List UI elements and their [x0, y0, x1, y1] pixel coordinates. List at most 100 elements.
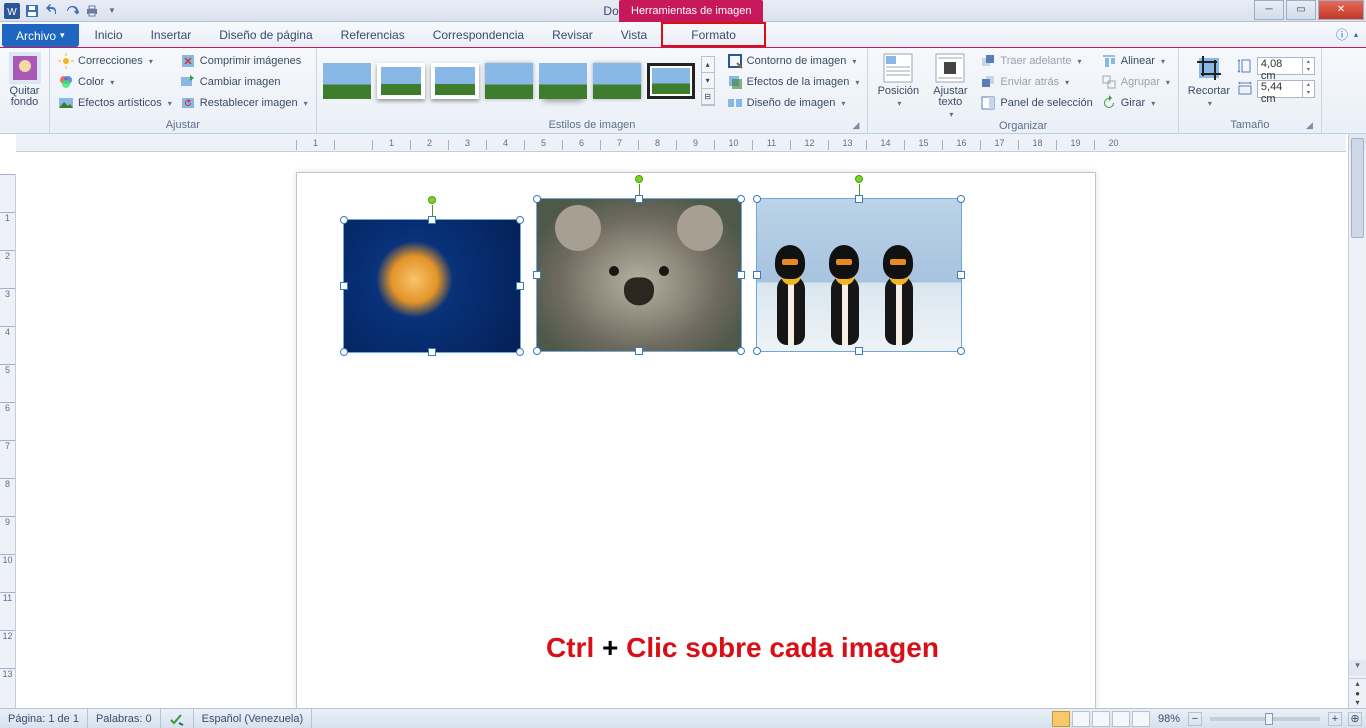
save-icon[interactable]	[24, 3, 40, 19]
resize-handle[interactable]	[635, 347, 643, 355]
print-layout-view-icon[interactable]	[1052, 711, 1070, 727]
undo-icon[interactable]	[44, 3, 60, 19]
vertical-ruler[interactable]: 12345678910111213	[0, 174, 16, 708]
draft-view-icon[interactable]	[1132, 711, 1150, 727]
rotate-handle[interactable]	[855, 175, 863, 183]
style-thumb[interactable]	[485, 63, 533, 99]
resize-handle[interactable]	[753, 347, 761, 355]
picture-border-button[interactable]: Contorno de imagen▾	[725, 52, 862, 70]
prev-page-icon[interactable]: ▴	[1349, 679, 1366, 689]
selected-image-jellyfish[interactable]	[343, 219, 521, 353]
resize-handle[interactable]	[516, 348, 524, 356]
help-icon[interactable]: ⓘ▴	[1328, 22, 1366, 47]
zoom-slider[interactable]	[1210, 717, 1320, 721]
corrections-button[interactable]: Correcciones▾	[56, 52, 174, 70]
scroll-down-icon[interactable]: ▾	[1349, 660, 1366, 676]
maximize-button[interactable]: ▭	[1286, 0, 1316, 20]
spell-check-icon[interactable]	[161, 709, 194, 728]
print-icon[interactable]	[84, 3, 100, 19]
scroll-thumb[interactable]	[1351, 138, 1364, 238]
zoom-level[interactable]: 98%	[1158, 713, 1180, 725]
tab-mailings[interactable]: Correspondencia	[419, 22, 538, 47]
height-field[interactable]: 4,08 cm▴▾	[1237, 56, 1315, 76]
style-thumb[interactable]	[377, 63, 425, 99]
language-indicator[interactable]: Español (Venezuela)	[194, 709, 313, 728]
resize-handle[interactable]	[957, 347, 965, 355]
tab-file[interactable]: Archivo▾	[2, 24, 79, 47]
full-screen-view-icon[interactable]	[1072, 711, 1090, 727]
style-thumb[interactable]	[431, 63, 479, 99]
resize-handle[interactable]	[855, 195, 863, 203]
outline-view-icon[interactable]	[1112, 711, 1130, 727]
remove-background-button[interactable]: Quitar fondo	[6, 50, 43, 108]
resize-handle[interactable]	[533, 347, 541, 355]
tab-format[interactable]: Formato	[663, 24, 764, 46]
resize-handle[interactable]	[737, 271, 745, 279]
zoom-in-button[interactable]: +	[1328, 712, 1342, 726]
zoom-out-button[interactable]: −	[1188, 712, 1202, 726]
canvas[interactable]: Ctrl + Clic sobre cada imagen	[16, 152, 1346, 708]
resize-handle[interactable]	[635, 195, 643, 203]
style-thumb-selected[interactable]	[647, 63, 695, 99]
vertical-scrollbar[interactable]: ▴ ▾ ▴●▾	[1348, 134, 1366, 708]
selected-image-penguins[interactable]	[756, 198, 962, 352]
resize-handle[interactable]	[957, 195, 965, 203]
resize-handle[interactable]	[428, 348, 436, 356]
next-page-icon[interactable]: ▾	[1349, 698, 1366, 708]
tab-insert[interactable]: Insertar	[137, 22, 206, 47]
group-button[interactable]: Agrupar▾	[1099, 73, 1172, 91]
word-app-icon[interactable]: W	[4, 3, 20, 19]
send-backward-button[interactable]: Enviar atrás▾	[978, 73, 1094, 91]
crop-button[interactable]: Recortar▾	[1185, 50, 1233, 108]
tab-review[interactable]: Revisar	[538, 22, 607, 47]
picture-layout-button[interactable]: Diseño de imagen▾	[725, 94, 862, 112]
resize-handle[interactable]	[737, 347, 745, 355]
tab-view[interactable]: Vista	[607, 22, 661, 47]
minimize-button[interactable]: ─	[1254, 0, 1284, 20]
align-button[interactable]: Alinear▾	[1099, 52, 1172, 70]
browse-object-icon[interactable]: ●	[1349, 689, 1366, 699]
web-layout-view-icon[interactable]	[1092, 711, 1110, 727]
style-thumb[interactable]	[593, 63, 641, 99]
style-thumb[interactable]	[539, 63, 587, 99]
rotate-handle[interactable]	[428, 196, 436, 204]
resize-handle[interactable]	[516, 282, 524, 290]
picture-styles-gallery[interactable]: ▴▾⊟	[323, 50, 715, 106]
horizontal-ruler[interactable]: L 11234567891011121314151617181920	[16, 134, 1346, 152]
selected-image-koala[interactable]	[536, 198, 742, 352]
bring-forward-button[interactable]: Traer adelante▾	[978, 52, 1094, 70]
close-button[interactable]: ✕	[1318, 0, 1364, 20]
resize-handle[interactable]	[753, 271, 761, 279]
artistic-effects-button[interactable]: Efectos artísticos▾	[56, 94, 174, 112]
dialog-launcher-icon[interactable]: ◢	[852, 120, 859, 131]
resize-handle[interactable]	[533, 195, 541, 203]
tab-home[interactable]: Inicio	[81, 22, 137, 47]
resize-handle[interactable]	[753, 195, 761, 203]
resize-handle[interactable]	[340, 348, 348, 356]
resize-handle[interactable]	[533, 271, 541, 279]
rotate-handle[interactable]	[635, 175, 643, 183]
position-button[interactable]: Posición▾	[874, 50, 922, 108]
change-picture-button[interactable]: Cambiar imagen	[178, 73, 310, 91]
gallery-more-button[interactable]: ▴▾⊟	[701, 56, 715, 106]
page-count[interactable]: Página: 1 de 1	[0, 709, 88, 728]
width-field[interactable]: 5,44 cm▴▾	[1237, 79, 1315, 99]
picture-effects-button[interactable]: Efectos de la imagen▾	[725, 73, 862, 91]
resize-handle[interactable]	[428, 216, 436, 224]
resize-handle[interactable]	[957, 271, 965, 279]
resize-handle[interactable]	[855, 347, 863, 355]
zoom-fit-button[interactable]: ⊕	[1348, 712, 1362, 726]
resize-handle[interactable]	[340, 282, 348, 290]
style-thumb[interactable]	[323, 63, 371, 99]
selection-pane-button[interactable]: Panel de selección	[978, 94, 1094, 112]
dialog-launcher-icon[interactable]: ◢	[1306, 120, 1313, 131]
reset-picture-button[interactable]: Restablecer imagen▾	[178, 94, 310, 112]
resize-handle[interactable]	[516, 216, 524, 224]
qat-customize-icon[interactable]: ▼	[104, 3, 120, 19]
rotate-button[interactable]: Girar▾	[1099, 94, 1172, 112]
tab-page-layout[interactable]: Diseño de página	[205, 22, 326, 47]
word-count[interactable]: Palabras: 0	[88, 709, 161, 728]
tab-references[interactable]: Referencias	[327, 22, 419, 47]
resize-handle[interactable]	[340, 216, 348, 224]
color-button[interactable]: Color▾	[56, 73, 174, 91]
